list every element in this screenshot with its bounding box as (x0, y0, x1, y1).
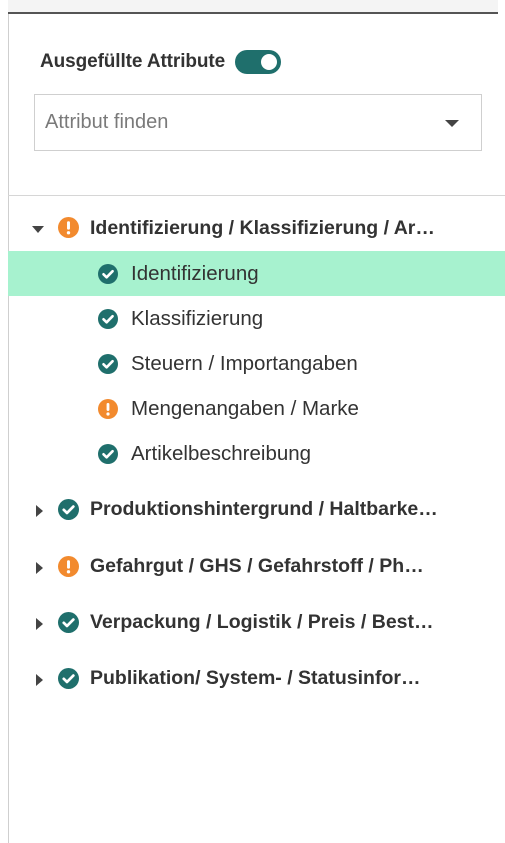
toggle-knob (261, 54, 278, 70)
check-circle-icon (98, 264, 118, 284)
caret-down-icon[interactable] (32, 226, 44, 233)
tree-group-label: Verpackung / Logistik / Preis / Best… (90, 611, 434, 633)
tree-group[interactable]: Identifizierung / Klassifizierung / Ar… (8, 205, 505, 251)
top-divider (8, 12, 498, 14)
tree-item[interactable]: Mengenangaben / Marke (8, 386, 505, 431)
tree-group[interactable]: Publikation/ System- / Statusinfor… (8, 651, 505, 707)
caret-right-icon[interactable] (36, 618, 43, 630)
top-bar (8, 0, 498, 12)
check-circle-icon (98, 444, 118, 464)
attribute-panel: Ausgefüllte Attribute Identifizierung / … (0, 0, 505, 843)
tree-item-label: Steuern / Importangaben (131, 352, 358, 375)
tree-item-label: Klassifizierung (131, 307, 264, 330)
check-circle-icon (58, 499, 79, 520)
attribute-search-input[interactable] (45, 95, 425, 150)
warning-icon (58, 556, 79, 577)
tree-group-label: Identifizierung / Klassifizierung / Ar… (90, 217, 435, 239)
tree-item-label: Identifizierung (131, 262, 259, 285)
check-circle-icon (58, 668, 79, 689)
filled-attributes-label: Ausgefüllte Attribute (40, 51, 226, 72)
caret-down-icon[interactable] (445, 120, 459, 127)
filled-attributes-filter: Ausgefüllte Attribute (40, 50, 282, 74)
attribute-search-combobox[interactable] (34, 94, 482, 151)
filled-attributes-toggle[interactable] (235, 50, 282, 74)
tree-group-label: Produktionshintergrund / Haltbarke… (90, 498, 438, 520)
check-circle-icon (98, 309, 118, 329)
tree-group-label: Gefahrgut / GHS / Gefahrstoff / Ph… (90, 555, 424, 577)
tree-item-selected[interactable]: Identifizierung (8, 251, 505, 296)
caret-right-icon[interactable] (36, 562, 43, 574)
caret-right-icon[interactable] (36, 674, 43, 686)
check-circle-icon (98, 354, 118, 374)
tree-group-label: Publikation/ System- / Statusinfor… (90, 667, 421, 689)
tree-item[interactable]: Artikelbeschreibung (8, 431, 505, 476)
warning-icon (98, 399, 118, 419)
attribute-tree: Identifizierung / Klassifizierung / Ar… … (8, 205, 505, 707)
warning-icon (58, 217, 79, 238)
check-circle-icon (58, 612, 79, 633)
tree-item-label: Mengenangaben / Marke (131, 397, 359, 420)
tree-group[interactable]: Gefahrgut / GHS / Gefahrstoff / Ph… (8, 539, 505, 595)
tree-item[interactable]: Steuern / Importangaben (8, 341, 505, 386)
separator (8, 195, 505, 196)
tree-group[interactable]: Verpackung / Logistik / Preis / Best… (8, 595, 505, 651)
tree-item[interactable]: Klassifizierung (8, 296, 505, 341)
tree-group[interactable]: Produktionshintergrund / Haltbarke… (8, 482, 505, 539)
tree-item-label: Artikelbeschreibung (131, 442, 312, 465)
caret-right-icon[interactable] (36, 505, 43, 517)
